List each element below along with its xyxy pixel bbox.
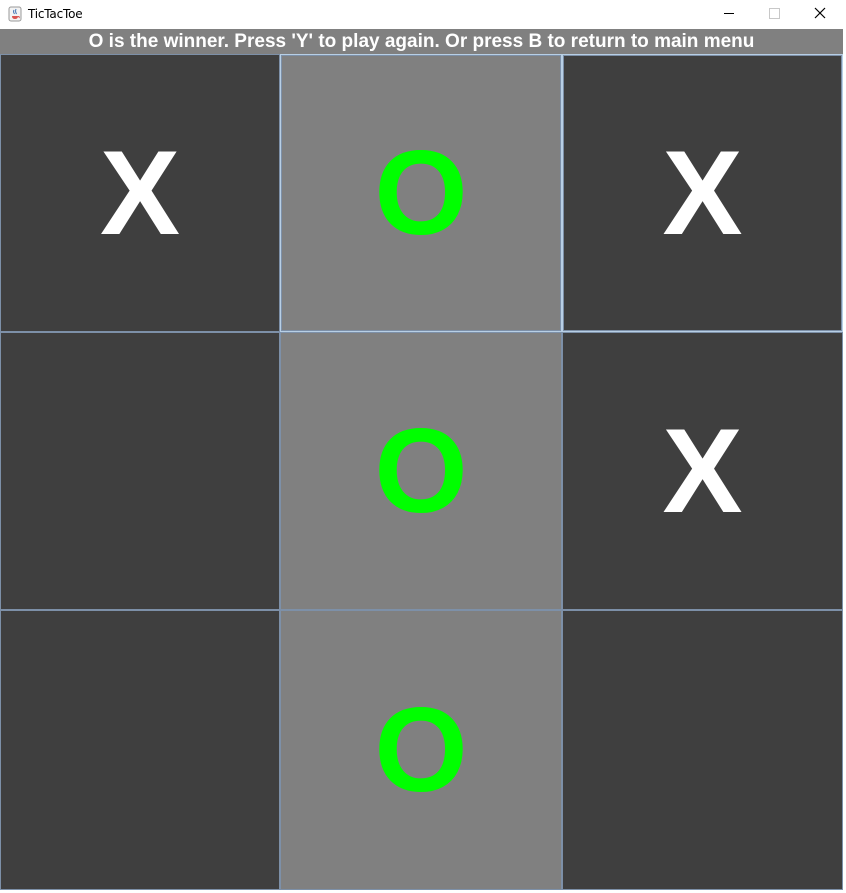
board-cell[interactable]	[0, 332, 280, 610]
o-mark: O	[374, 126, 468, 260]
x-mark: X	[662, 126, 743, 260]
maximize-icon	[769, 8, 780, 19]
board-cell[interactable]	[0, 610, 280, 890]
java-cup-icon	[8, 6, 22, 22]
maximize-button[interactable]	[752, 0, 798, 29]
game-board: X O X O X O	[0, 54, 843, 890]
minimize-button[interactable]	[706, 0, 752, 29]
board-cell[interactable]	[562, 610, 843, 890]
board-cell[interactable]: O	[280, 610, 562, 890]
board-cell[interactable]: X	[0, 54, 280, 332]
close-icon	[814, 7, 826, 19]
o-mark: O	[374, 683, 468, 817]
o-mark: O	[374, 404, 468, 538]
tictactoe-window: TicTacToe O is the winner. Press 'Y' to …	[0, 0, 846, 893]
board-cell[interactable]: X	[562, 54, 843, 332]
board-cell[interactable]: X	[562, 332, 843, 610]
board-cell[interactable]: O	[280, 54, 562, 332]
x-mark: X	[99, 126, 181, 260]
x-mark: X	[662, 404, 743, 538]
board-cell[interactable]: O	[280, 332, 562, 610]
minimize-icon	[724, 13, 734, 14]
close-button[interactable]	[798, 0, 844, 29]
title-bar[interactable]: TicTacToe	[0, 0, 846, 29]
status-message: O is the winner. Press 'Y' to play again…	[0, 29, 843, 54]
window-title: TicTacToe	[28, 7, 83, 21]
